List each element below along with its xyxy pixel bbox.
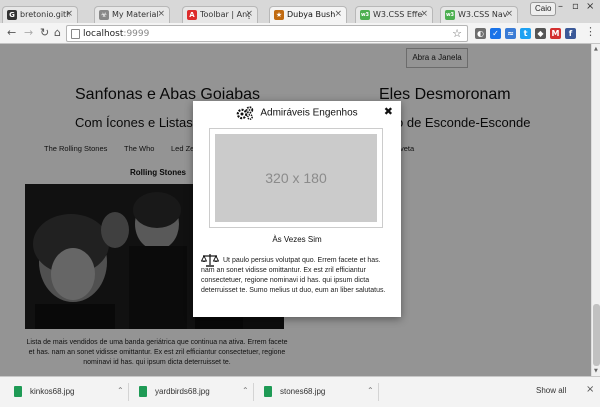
biohazard-icon: ☣ <box>99 10 109 20</box>
close-tab-icon[interactable]: × <box>245 9 253 19</box>
close-window-icon[interactable]: × <box>586 1 594 12</box>
extension-icon[interactable]: ≈ <box>505 28 516 39</box>
url-host: localhost <box>83 29 124 39</box>
scroll-up-icon[interactable]: ▲ <box>594 46 598 52</box>
modal-header: Admiráveis Engenhos <box>193 106 401 120</box>
divider <box>253 383 254 401</box>
tab-label: W3.CSS Effects <box>373 10 423 19</box>
star-icon: ★ <box>274 10 284 20</box>
reload-icon[interactable]: ↻ <box>40 27 49 39</box>
chevron-up-icon[interactable]: ⌃ <box>242 386 249 395</box>
w3schools-icon: w3 <box>360 10 370 20</box>
chevron-up-icon[interactable]: ⌃ <box>367 386 374 395</box>
url-port: :9999 <box>123 29 150 39</box>
gears-icon <box>237 106 254 120</box>
image-frame: 320 x 180 <box>209 128 383 228</box>
maximize-icon[interactable]: ▫ <box>572 1 579 12</box>
scroll-down-icon[interactable]: ▼ <box>594 368 598 374</box>
image-file-icon <box>14 386 22 397</box>
extension-icon[interactable]: ✓ <box>490 28 501 39</box>
page-scrollbar[interactable]: ▲ ▼ <box>591 44 600 376</box>
tab-label: W3.CSS Navigat <box>458 10 508 19</box>
chevron-up-icon[interactable]: ⌃ <box>117 386 124 395</box>
close-tab-icon[interactable]: × <box>420 9 428 19</box>
browser-tab-3[interactable]: A Toolbar | Angul × <box>182 6 258 23</box>
show-all-downloads-link[interactable]: Show all <box>536 386 566 395</box>
back-icon[interactable]: ← <box>7 27 16 39</box>
download-filename: kinkos68.jpg <box>30 387 75 396</box>
image-file-icon <box>264 386 272 397</box>
profile-button[interactable]: Caio <box>530 2 557 16</box>
minimize-icon[interactable]: – <box>558 1 563 12</box>
forward-icon[interactable]: → <box>24 27 33 39</box>
tab-label: My Material De <box>112 10 162 19</box>
angular-icon: A <box>187 10 197 20</box>
home-icon[interactable]: ⌂ <box>54 27 61 39</box>
address-bar[interactable]: localhost:9999 ☆ <box>66 25 468 42</box>
divider <box>378 383 379 401</box>
page-icon <box>71 29 80 39</box>
modal-body-text: Ut paulo persius volutpat quo. Errem fac… <box>201 257 386 294</box>
bookmark-star-icon[interactable]: ☆ <box>452 27 462 40</box>
modal-dialog: ✖ Admiráveis Engenhos 320 x 180 Às Vezes… <box>193 101 401 317</box>
close-tab-icon[interactable]: × <box>334 9 342 19</box>
browser-tab-1[interactable]: G bretonio.github... × <box>2 6 78 23</box>
w3schools-icon: w3 <box>445 10 455 20</box>
browser-tab-2[interactable]: ☣ My Material De × <box>94 6 170 23</box>
tab-label: Toolbar | Angul <box>200 10 250 19</box>
image-file-icon <box>139 386 147 397</box>
close-tab-icon[interactable]: × <box>157 9 165 19</box>
browser-tab-4-active[interactable]: ★ Dubya Bush Me × <box>269 6 347 23</box>
downloads-shelf: kinkos68.jpg ⌃ yardbirds68.jpg ⌃ stones6… <box>0 376 600 407</box>
modal-subtitle: Às Vezes Sim <box>272 235 322 244</box>
facebook-icon[interactable]: f <box>565 28 576 39</box>
download-filename: yardbirds68.jpg <box>155 387 210 396</box>
tab-label: bretonio.github... <box>20 10 70 19</box>
download-filename: stones68.jpg <box>280 387 326 396</box>
extension-icon[interactable]: ◐ <box>475 28 486 39</box>
scrollbar-thumb[interactable] <box>593 304 600 366</box>
tab-label: Dubya Bush Me <box>287 10 337 19</box>
divider <box>128 383 129 401</box>
close-tab-icon[interactable]: × <box>65 9 73 19</box>
extension-icon[interactable]: M <box>550 28 561 39</box>
extension-icon[interactable]: ◆ <box>535 28 546 39</box>
github-icon: G <box>7 10 17 20</box>
close-icon[interactable]: × <box>586 384 594 395</box>
menu-icon[interactable]: ⋮ <box>585 26 596 38</box>
browser-tab-5[interactable]: w3 W3.CSS Effects × <box>355 6 433 23</box>
modal-title: Admiráveis Engenhos <box>260 107 358 119</box>
twitter-icon[interactable]: t <box>520 28 531 39</box>
browser-tab-6[interactable]: w3 W3.CSS Navigat × <box>440 6 518 23</box>
close-tab-icon[interactable]: × <box>505 9 513 19</box>
image-placeholder: 320 x 180 <box>215 134 377 222</box>
browser-toolbar: ← → ↻ ⌂ localhost:9999 ☆ ◐ ✓ ≈ t ◆ M f ⋮ <box>0 23 600 44</box>
browser-tab-strip: G bretonio.github... × ☣ My Material De … <box>0 0 600 23</box>
